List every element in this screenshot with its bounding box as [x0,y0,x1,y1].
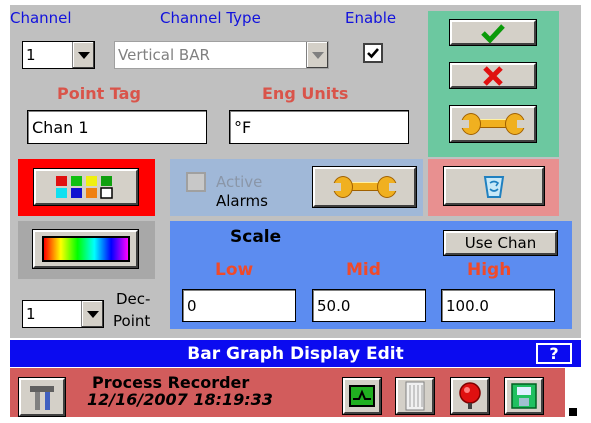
ok-button[interactable] [450,20,536,45]
rainbow-gradient-icon [41,236,130,262]
chevron-down-icon[interactable] [72,42,94,68]
chevron-down-icon[interactable] [81,301,103,327]
checkmark-icon [481,23,505,43]
alarm-bell-icon [459,382,481,409]
use-chan-button[interactable]: Use Chan [444,231,557,255]
channel-type-select[interactable]: Vertical BAR [114,41,329,69]
channel-label: Channel [10,9,72,27]
status-bar-title: Bar Graph Display Edit [187,343,404,364]
chart-paper-icon [405,381,425,411]
palette-button[interactable] [34,169,138,205]
datetime: 12/16/2007 18:19:33 [87,390,273,409]
dec-point-select-value: 1 [26,305,36,323]
alarms-label: Alarms [216,192,268,210]
alarm-button[interactable] [451,378,489,414]
wrench-icon [460,113,526,135]
gradient-button[interactable] [33,230,138,268]
recycle-bin-icon [483,176,505,198]
scale-label: Scale [230,227,282,247]
enable-label: Enable [345,9,397,27]
channel-select-value: 1 [26,46,36,64]
active-label: Active [216,173,263,191]
color-grid-icon [56,176,113,199]
question-mark-icon: ? [549,344,559,363]
dec-point-select[interactable]: 1 [22,300,104,328]
status-bar: Bar Graph Display Edit [10,340,581,367]
floppy-disk-icon [511,383,537,409]
channel-type-select-value: Vertical BAR [118,46,210,64]
eng-units-label: Eng Units [262,84,349,103]
trend-icon [349,385,375,407]
red-x-icon [483,65,503,86]
checkmark-icon [367,48,379,59]
tools-button[interactable] [19,378,65,416]
scale-mid-input[interactable]: 50.0 [312,289,426,322]
low-label: Low [215,260,254,280]
dec-point-label-bottom: Point [113,312,151,330]
tools-icon [30,386,54,410]
channel-select[interactable]: 1 [22,41,95,69]
resize-grip [569,408,577,416]
scale-high-input[interactable]: 100.0 [441,289,555,322]
active-alarms-checkbox[interactable] [186,172,206,192]
eng-units-input[interactable]: °F [229,110,409,144]
chevron-down-icon[interactable] [306,42,328,68]
enable-checkbox[interactable] [363,43,383,63]
wrench-icon [331,176,398,198]
help-button[interactable]: ? [536,343,572,364]
channel-type-label: Channel Type [160,9,261,27]
cancel-button[interactable] [450,63,536,88]
delete-button[interactable] [444,167,544,205]
point-tag-label: Point Tag [57,84,141,103]
settings-button[interactable] [450,106,536,142]
mid-label: Mid [346,260,381,280]
save-button[interactable] [505,378,543,414]
dec-point-label-top: Dec- [116,290,151,308]
trend-button[interactable] [343,378,381,414]
alarms-settings-button[interactable] [313,167,416,207]
high-label: High [467,260,512,280]
scale-low-input[interactable]: 0 [182,289,296,322]
chart-paper-button[interactable] [396,378,434,414]
point-tag-input[interactable]: Chan 1 [27,110,207,144]
